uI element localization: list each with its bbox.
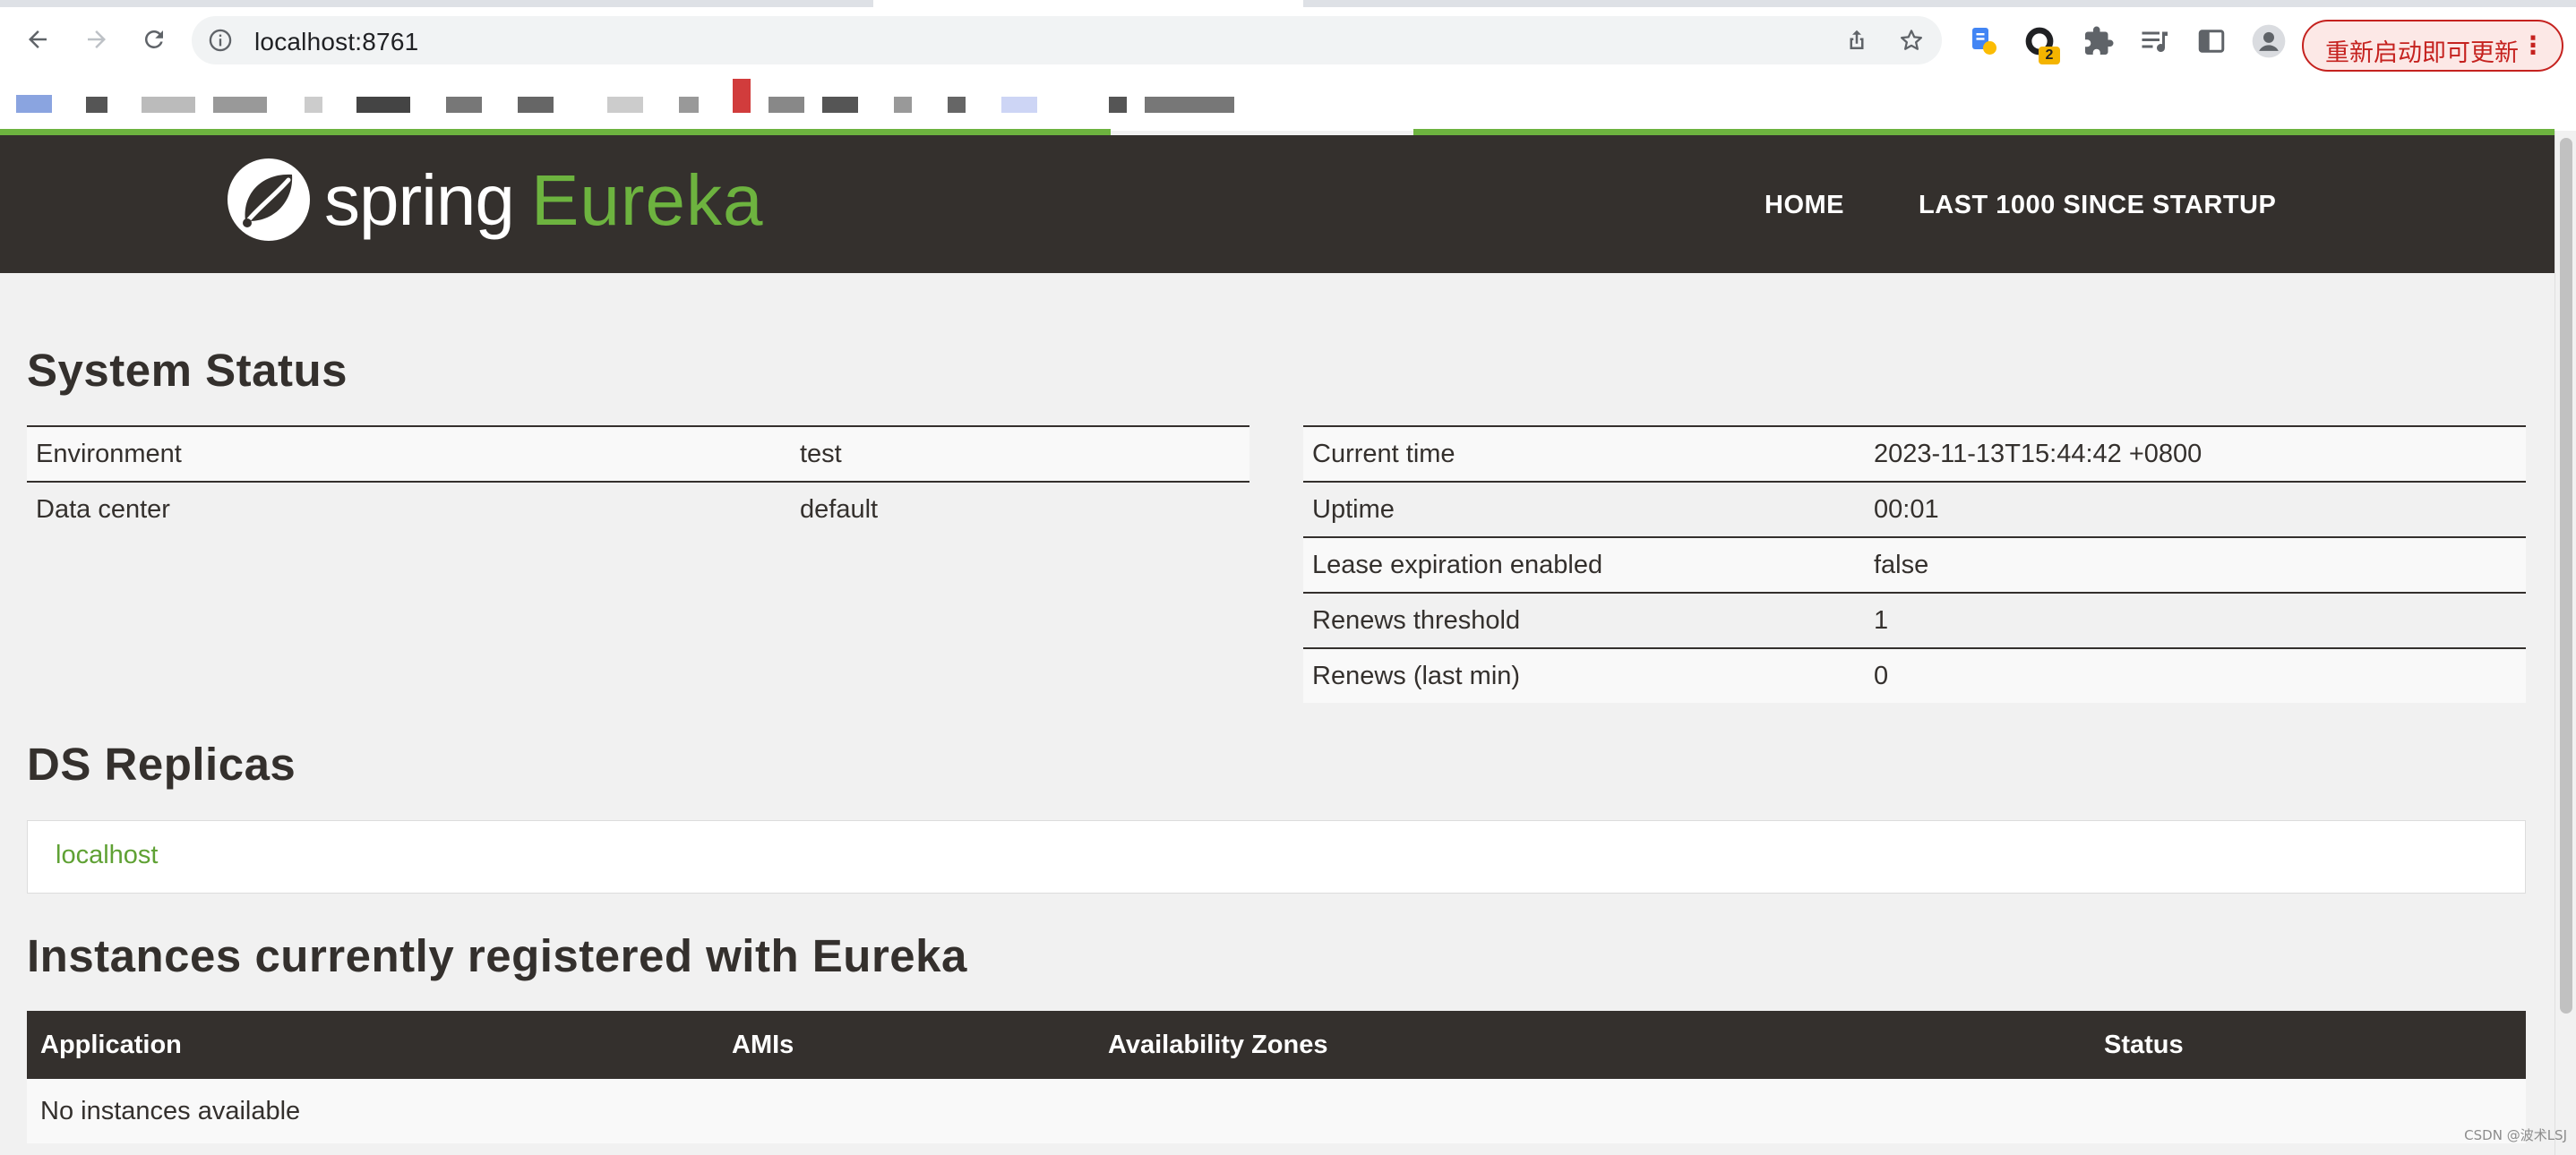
bookmark-item[interactable] (948, 97, 966, 113)
system-status-left-table: Environment test Data center default (27, 425, 1249, 536)
no-instances-message: No instances available (27, 1079, 2526, 1143)
profile-avatar-icon[interactable] (2251, 23, 2287, 59)
page-scrollbar[interactable] (2555, 131, 2576, 1155)
spring-eureka-logo[interactable]: spring Eureka (226, 157, 763, 246)
status-value: test (791, 425, 1249, 482)
tab-strip (0, 0, 2576, 7)
column-application: Application (27, 1011, 718, 1079)
status-value: default (791, 481, 1249, 536)
reload-button[interactable] (134, 20, 174, 59)
nav-home-link[interactable]: HOME (1765, 191, 1844, 220)
top-accent-bar-right (1413, 129, 2555, 135)
status-label: Renews (last min) (1303, 647, 1865, 703)
status-value: 0 (1865, 647, 2526, 703)
system-status-heading: System Status (27, 345, 348, 396)
replica-link-localhost[interactable]: localhost (56, 841, 158, 870)
share-icon[interactable] (1843, 27, 1870, 54)
eureka-navbar: spring Eureka HOME LAST 1000 SINCE START… (0, 135, 2555, 273)
status-row-data-center: Data center default (27, 481, 1249, 536)
system-status-right-table: Current time 2023-11-13T15:44:42 +0800 U… (1303, 425, 2526, 703)
side-panel-icon[interactable] (2195, 25, 2228, 57)
relaunch-update-label: 重新启动即可更新 (2325, 39, 2519, 67)
bookmark-item[interactable] (518, 97, 554, 113)
bookmark-item[interactable] (1145, 97, 1234, 113)
arrow-right-icon (88, 30, 106, 48)
ds-replicas-heading: DS Replicas (27, 739, 296, 790)
bookmark-item[interactable] (213, 97, 267, 113)
translate-extension-icon[interactable] (1967, 25, 1999, 57)
scrollbar-thumb[interactable] (2560, 138, 2572, 1014)
bookmark-item[interactable] (822, 97, 858, 113)
bookmark-item[interactable] (356, 97, 410, 113)
status-label: Environment (27, 425, 791, 482)
status-label: Renews threshold (1303, 592, 1865, 648)
browser-chrome: localhost:8761 2 重新启动即可更新 ⋮ (0, 0, 2576, 131)
status-row-uptime: Uptime 00:01 (1303, 481, 2526, 537)
forward-button[interactable] (77, 20, 116, 59)
instances-table: Application AMIs Availability Zones Stat… (27, 1011, 2526, 1143)
status-value: 1 (1865, 592, 2526, 648)
bookmarks-bar (0, 72, 2576, 127)
back-button[interactable] (18, 20, 57, 59)
table-row: No instances available (27, 1079, 2526, 1143)
nav-last-1000-link[interactable]: LAST 1000 SINCE STARTUP (1919, 191, 2276, 220)
brand-eureka-text: Eureka (531, 160, 764, 240)
status-row-renews-last-min: Renews (last min) 0 (1303, 647, 2526, 703)
watermark: CSDN @波术LSJ (2464, 1127, 2567, 1143)
status-label: Current time (1303, 425, 1865, 482)
bookmark-item[interactable] (733, 79, 751, 113)
status-row-current-time: Current time 2023-11-13T15:44:42 +0800 (1303, 425, 2526, 482)
media-queue-icon[interactable] (2138, 25, 2170, 57)
status-label: Data center (27, 481, 791, 536)
status-value: 00:01 (1865, 481, 2526, 537)
status-value: 2023-11-13T15:44:42 +0800 (1865, 425, 2526, 482)
browser-toolbar: localhost:8761 2 重新启动即可更新 ⋮ (0, 7, 2576, 72)
puzzle-icon[interactable] (2082, 25, 2115, 57)
top-accent-bar-left (0, 129, 1111, 135)
status-label: Lease expiration enabled (1303, 536, 1865, 593)
bookmark-item[interactable] (86, 97, 107, 113)
bookmark-item[interactable] (446, 97, 482, 113)
instances-header-row: Application AMIs Availability Zones Stat… (27, 1011, 2526, 1079)
status-row-lease-expiration: Lease expiration enabled false (1303, 536, 2526, 593)
bookmark-item[interactable] (16, 95, 52, 113)
info-icon[interactable] (208, 28, 233, 53)
bookmark-item[interactable] (142, 97, 195, 113)
bookmark-item[interactable] (769, 97, 804, 113)
brand-spring-text: spring (324, 160, 515, 240)
status-row-environment: Environment test (27, 425, 1249, 482)
address-bar[interactable]: localhost:8761 (192, 16, 1942, 64)
column-amis: AMIs (718, 1011, 1095, 1079)
spring-leaf-icon (228, 158, 310, 241)
column-availability-zones: Availability Zones (1095, 1011, 2091, 1079)
relaunch-update-button[interactable]: 重新启动即可更新 ⋮ (2302, 20, 2563, 72)
bookmark-item[interactable] (679, 97, 699, 113)
bookmark-item[interactable] (894, 97, 912, 113)
browser-menu-icon[interactable]: ⋮ (2520, 32, 2546, 59)
url-text: localhost:8761 (254, 28, 419, 56)
reload-icon (144, 30, 163, 48)
bookmark-star-icon[interactable] (1898, 27, 1925, 54)
extension-badge: 2 (2039, 47, 2060, 64)
status-value: false (1865, 536, 2526, 593)
ds-replicas-list: localhost (27, 820, 2526, 894)
bookmark-item[interactable] (1001, 97, 1037, 113)
bookmark-item[interactable] (607, 97, 643, 113)
arrow-left-icon (29, 30, 47, 48)
status-label: Uptime (1303, 481, 1865, 537)
instances-heading: Instances currently registered with Eure… (27, 930, 967, 981)
status-row-renews-threshold: Renews threshold 1 (1303, 592, 2526, 648)
column-status: Status (2091, 1011, 2526, 1079)
bookmark-item[interactable] (305, 97, 322, 113)
bookmark-item[interactable] (1109, 97, 1127, 113)
active-tab[interactable] (873, 0, 1303, 7)
